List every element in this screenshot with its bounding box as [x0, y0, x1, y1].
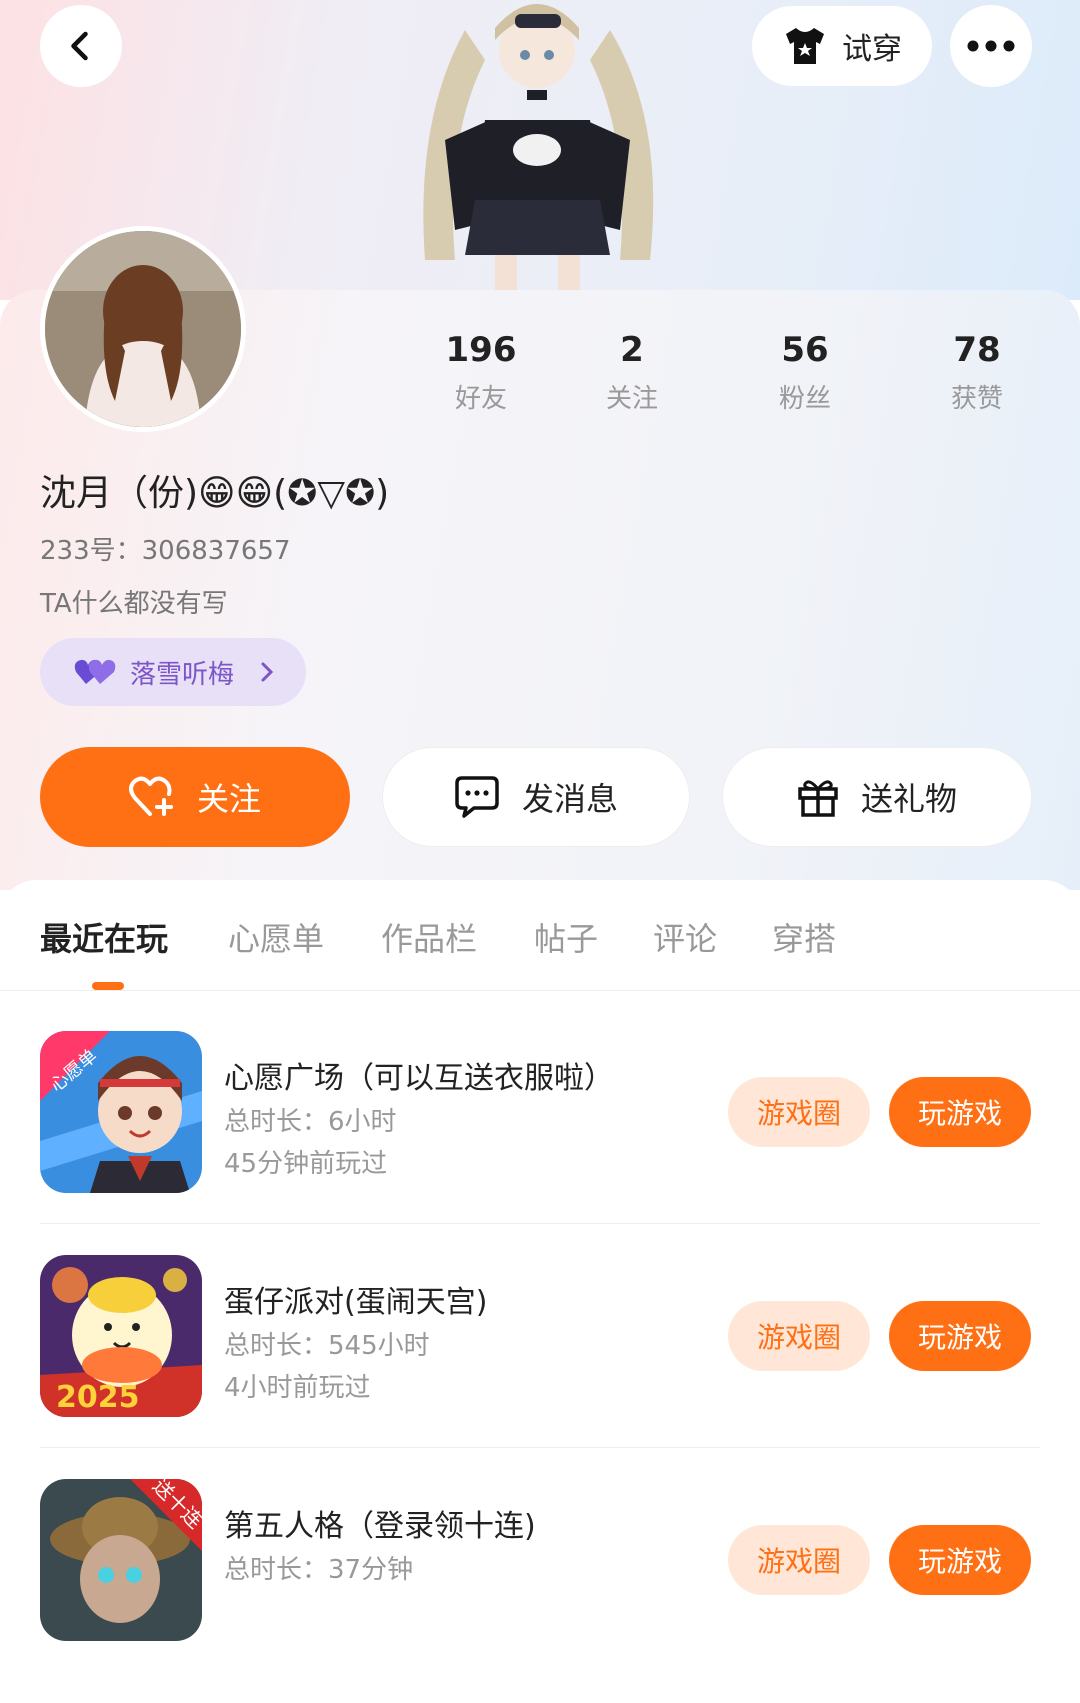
active-tab-indicator [92, 982, 124, 990]
stat-label: 关注 [605, 384, 658, 414]
bio: TA什么都没有写 [40, 589, 228, 619]
follow-button[interactable]: 关注 [40, 747, 350, 847]
follow-label: 关注 [196, 780, 261, 818]
gift-button[interactable]: 送礼物 [722, 747, 1032, 847]
stat-friends[interactable]: 196 好友 [421, 330, 541, 415]
stat-label: 好友 [454, 384, 507, 414]
divider [40, 1447, 1040, 1448]
relationship-tag[interactable]: 落雪听梅 [40, 638, 306, 706]
game-circle-button[interactable]: 游戏圈 [728, 1301, 870, 1371]
game-title: 蛋仔派对(蛋闹天宫) [224, 1285, 488, 1320]
play-game-button[interactable]: 玩游戏 [889, 1525, 1031, 1595]
heart-plus-icon [128, 776, 173, 816]
game-total-time: 总时长：6小时 [224, 1107, 397, 1137]
game-circle-button[interactable]: 游戏圈 [728, 1525, 870, 1595]
game-circle-button[interactable]: 游戏圈 [728, 1077, 870, 1147]
avatar[interactable] [40, 226, 246, 432]
game-title: 第五人格（登录领十连) [224, 1509, 536, 1544]
tab-comments[interactable]: 评论 [653, 914, 717, 960]
tshirt-icon [786, 28, 824, 64]
gift-label: 送礼物 [860, 780, 957, 818]
game-total-time: 总时长：37分钟 [224, 1555, 414, 1585]
more-dots-icon [967, 40, 1015, 52]
avatar-3d-model [423, 4, 654, 290]
divider [40, 1223, 1040, 1224]
game-icon: 送十连 [40, 1479, 202, 1641]
avatar-photo [45, 231, 241, 427]
game-title: 心愿广场（可以互送衣服啦） [224, 1061, 614, 1096]
list-item[interactable]: 送十连 第五人格（登录领十连) 总时长：37分钟 游戏圈 玩游戏 [0, 1479, 1080, 1703]
game-total-time: 总时长：545小时 [224, 1331, 430, 1361]
chevron-left-icon [71, 31, 88, 61]
tab-wishlist[interactable]: 心愿单 [228, 914, 324, 960]
game-last-played: 4小时前玩过 [224, 1373, 371, 1403]
relationship-tag-label: 落雪听梅 [130, 659, 235, 690]
tab-outfits[interactable]: 穿搭 [772, 914, 836, 960]
back-button[interactable] [40, 5, 122, 87]
play-game-button[interactable]: 玩游戏 [889, 1077, 1031, 1147]
hearts-icon [74, 659, 116, 684]
tab-works[interactable]: 作品栏 [381, 914, 477, 960]
game-icon: 心愿单 [40, 1031, 202, 1193]
message-label: 发消息 [521, 780, 618, 818]
user-id: 233号：306837657 [40, 536, 291, 566]
stat-fans[interactable]: 56 粉丝 [745, 330, 865, 415]
chevron-right-icon [261, 662, 274, 682]
stat-likes[interactable]: 78 获赞 [917, 330, 1037, 415]
try-on-label: 试穿 [842, 32, 902, 67]
game-icon: 2025 [40, 1255, 202, 1417]
stat-following[interactable]: 2 关注 [572, 330, 692, 415]
chat-bubble-icon [455, 776, 499, 818]
list-item[interactable]: 2025 蛋仔派对(蛋闹天宫) 总时长：545小时 4小时前玩过 游戏圈 玩游戏 [0, 1255, 1080, 1479]
game-badge: 2025 [56, 1380, 140, 1415]
tab-posts[interactable]: 帖子 [534, 914, 598, 960]
stat-value: 196 [445, 330, 517, 370]
tab-recent[interactable]: 最近在玩 [40, 914, 168, 960]
nickname: 沈月（份)😁😁(✪▽✪) [40, 473, 390, 514]
stat-label: 获赞 [950, 384, 1003, 414]
message-button[interactable]: 发消息 [382, 747, 690, 847]
stat-label: 粉丝 [778, 384, 831, 414]
list-item[interactable]: 心愿单 心愿广场（可以互送衣服啦） 总时长：6小时 45分钟前玩过 游戏圈 玩游… [0, 1031, 1080, 1255]
more-button[interactable] [950, 5, 1032, 87]
tab-bar: 最近在玩 心愿单 作品栏 帖子 评论 穿搭 [0, 880, 1080, 991]
stat-value: 56 [781, 330, 829, 370]
stat-value: 2 [620, 330, 644, 370]
stat-value: 78 [953, 330, 1001, 370]
try-on-button[interactable]: 试穿 [752, 6, 932, 86]
gift-icon [798, 780, 838, 817]
play-game-button[interactable]: 玩游戏 [889, 1301, 1031, 1371]
game-last-played: 45分钟前玩过 [224, 1149, 388, 1179]
